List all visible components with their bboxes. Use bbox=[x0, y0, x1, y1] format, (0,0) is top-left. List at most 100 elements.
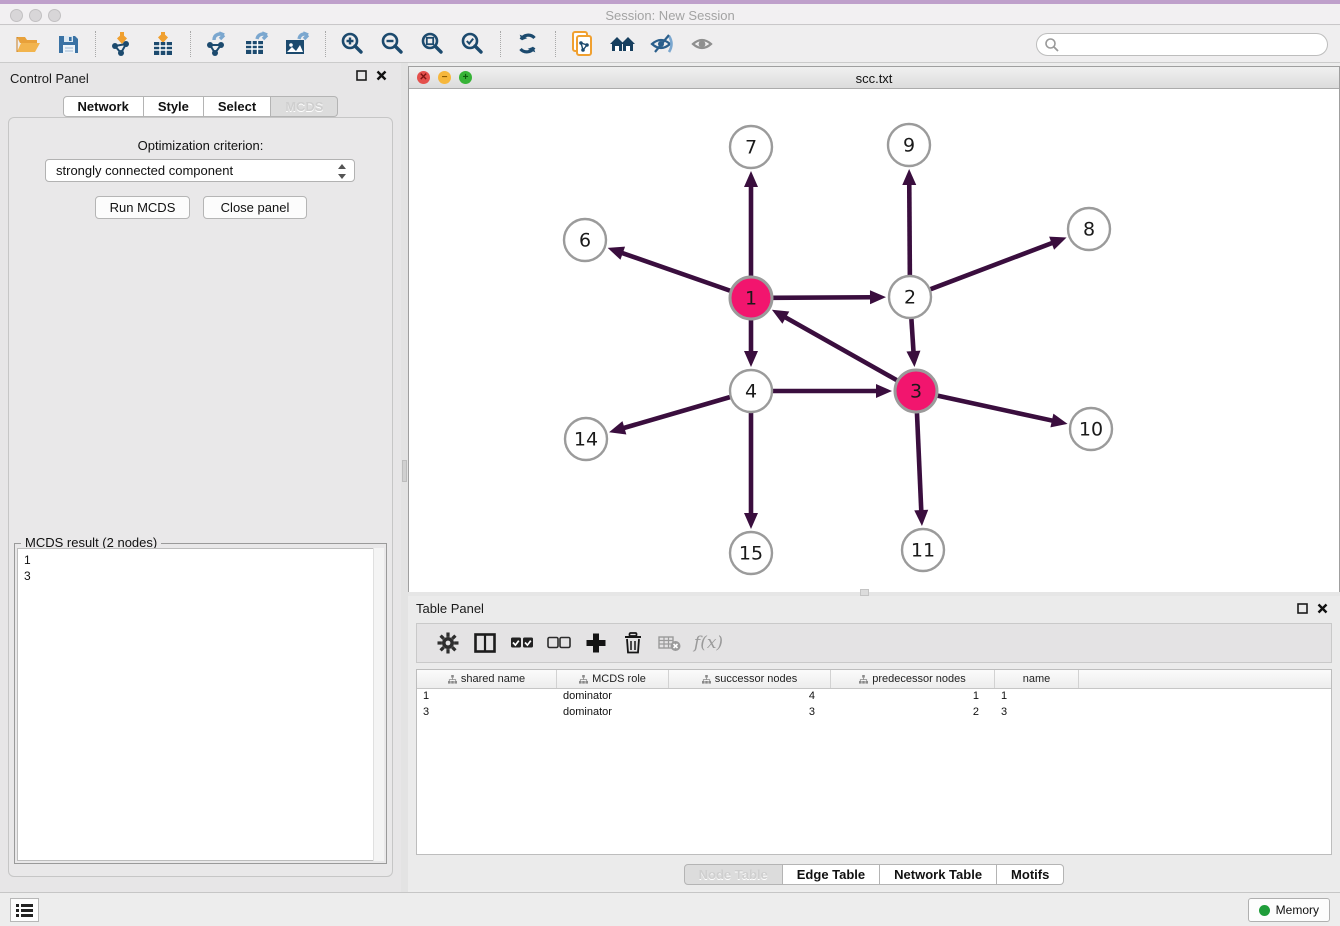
splitter-grip[interactable] bbox=[402, 460, 407, 482]
unchecked-boxes-icon[interactable] bbox=[540, 627, 577, 659]
graph-edge-4-14[interactable] bbox=[609, 397, 730, 434]
memory-status-icon bbox=[1259, 905, 1270, 916]
gear-icon[interactable] bbox=[429, 627, 466, 659]
table-header-row: shared nameMCDS rolesuccessor nodesprede… bbox=[417, 670, 1331, 689]
float-panel-icon[interactable] bbox=[356, 70, 367, 81]
result-scrollbar[interactable] bbox=[373, 548, 384, 861]
table-export-icon[interactable] bbox=[238, 28, 278, 60]
open-folder-icon[interactable] bbox=[8, 28, 48, 60]
zoom-fit-icon[interactable] bbox=[413, 28, 453, 60]
graph-edge-4-15[interactable] bbox=[744, 413, 758, 529]
refresh-icon[interactable] bbox=[508, 28, 548, 60]
graph-node-7[interactable]: 7 bbox=[730, 126, 772, 168]
network-export-icon[interactable] bbox=[198, 28, 238, 60]
table-cell[interactable]: 1 bbox=[831, 689, 995, 705]
eye-slash-icon[interactable] bbox=[643, 28, 683, 60]
table-cell[interactable]: dominator bbox=[557, 689, 669, 705]
graph-edge-1-7[interactable] bbox=[744, 171, 758, 276]
svg-text:15: 15 bbox=[739, 543, 763, 565]
image-export-icon[interactable] bbox=[278, 28, 318, 60]
network-import-icon[interactable] bbox=[103, 28, 143, 60]
table-cell[interactable]: 3 bbox=[669, 705, 831, 721]
graph-node-14[interactable]: 14 bbox=[565, 418, 607, 460]
graph-node-10[interactable]: 10 bbox=[1070, 408, 1112, 450]
document-network-icon[interactable] bbox=[563, 28, 603, 60]
graph-edge-2-9[interactable] bbox=[902, 169, 916, 275]
graph-edge-3-1[interactable] bbox=[772, 310, 897, 380]
column-header-predecessor-nodes[interactable]: predecessor nodes bbox=[831, 670, 995, 688]
table-cell[interactable]: 4 bbox=[669, 689, 831, 705]
graph-edge-2-3[interactable] bbox=[906, 319, 920, 367]
graph-node-6[interactable]: 6 bbox=[564, 219, 606, 261]
search-input[interactable] bbox=[1036, 33, 1328, 56]
graph-edge-3-11[interactable] bbox=[914, 413, 928, 526]
table-row[interactable]: 1dominator411 bbox=[417, 689, 1331, 705]
graph-edge-1-4[interactable] bbox=[744, 320, 758, 367]
graph-node-8[interactable]: 8 bbox=[1068, 208, 1110, 250]
plus-icon[interactable] bbox=[577, 627, 614, 659]
graph-node-9[interactable]: 9 bbox=[888, 124, 930, 166]
close-panel-icon[interactable] bbox=[376, 70, 387, 81]
task-history-button[interactable] bbox=[10, 898, 39, 922]
function-icon[interactable]: f(x) bbox=[688, 627, 725, 659]
tab-style[interactable]: Style bbox=[144, 96, 204, 117]
table-cell[interactable]: 3 bbox=[417, 705, 557, 721]
table-cell[interactable]: dominator bbox=[557, 705, 669, 721]
run-mcds-button[interactable]: Run MCDS bbox=[95, 196, 190, 219]
network-window: ✕ − + scc.txt 1 2 3 4 6 7 8 9 10 11 14 15 bbox=[408, 66, 1340, 592]
graph-node-1[interactable]: 1 bbox=[730, 277, 772, 319]
graph-edge-4-3[interactable] bbox=[773, 384, 892, 398]
graph-edge-3-10[interactable] bbox=[937, 396, 1067, 428]
column-header-name[interactable]: name bbox=[995, 670, 1079, 688]
table-cell[interactable]: 1 bbox=[417, 689, 557, 705]
graph-edge-1-2[interactable] bbox=[773, 290, 886, 304]
delete-table-icon[interactable] bbox=[651, 627, 688, 659]
splitter-grip[interactable] bbox=[860, 589, 869, 596]
tab-motifs[interactable]: Motifs bbox=[997, 864, 1064, 885]
table-import-icon[interactable] bbox=[143, 28, 183, 60]
split-columns-icon[interactable] bbox=[466, 627, 503, 659]
memory-button[interactable]: Memory bbox=[1248, 898, 1330, 922]
graph-node-3[interactable]: 3 bbox=[895, 370, 937, 412]
column-header-shared-name[interactable]: shared name bbox=[417, 670, 557, 688]
eye-icon[interactable] bbox=[683, 28, 723, 60]
tab-network-table[interactable]: Network Table bbox=[880, 864, 997, 885]
hierarchy-icon bbox=[579, 675, 588, 684]
close-panel-icon[interactable] bbox=[1317, 603, 1328, 614]
column-header-successor-nodes[interactable]: successor nodes bbox=[669, 670, 831, 688]
zoom-out-icon[interactable] bbox=[373, 28, 413, 60]
checked-boxes-icon[interactable] bbox=[503, 627, 540, 659]
graph-edge-1-6[interactable] bbox=[608, 247, 731, 291]
zoom-in-icon[interactable] bbox=[333, 28, 373, 60]
table-row[interactable]: 3dominator323 bbox=[417, 705, 1331, 721]
optimization-criterion-label: Optimization criterion: bbox=[9, 138, 392, 153]
houses-icon[interactable] bbox=[603, 28, 643, 60]
tab-edge-table[interactable]: Edge Table bbox=[783, 864, 880, 885]
optimization-criterion-select[interactable]: strongly connected component bbox=[45, 159, 355, 182]
table-cell[interactable]: 2 bbox=[831, 705, 995, 721]
graph-node-11[interactable]: 11 bbox=[902, 529, 944, 571]
hierarchy-icon bbox=[859, 675, 868, 684]
vertical-splitter[interactable] bbox=[401, 63, 408, 892]
tab-mcds[interactable]: MCDS bbox=[271, 96, 338, 117]
node-table[interactable]: shared nameMCDS rolesuccessor nodesprede… bbox=[416, 669, 1332, 855]
graph-node-2[interactable]: 2 bbox=[889, 276, 931, 318]
table-cell[interactable]: 1 bbox=[995, 689, 1079, 705]
control-panel: Control Panel Network Style Select MCDS … bbox=[0, 63, 401, 892]
table-cell[interactable]: 3 bbox=[995, 705, 1079, 721]
graph-edge-2-8[interactable] bbox=[931, 237, 1067, 290]
tab-select[interactable]: Select bbox=[204, 96, 271, 117]
network-title: scc.txt bbox=[409, 71, 1339, 86]
close-panel-button[interactable]: Close panel bbox=[203, 196, 307, 219]
save-icon[interactable] bbox=[48, 28, 88, 60]
trash-icon[interactable] bbox=[614, 627, 651, 659]
network-graph[interactable]: 1 2 3 4 6 7 8 9 10 11 14 15 bbox=[409, 89, 1339, 592]
graph-node-15[interactable]: 15 bbox=[730, 532, 772, 574]
tab-node-table[interactable]: Node Table bbox=[684, 864, 783, 885]
tab-network[interactable]: Network bbox=[63, 96, 144, 117]
column-header-MCDS-role[interactable]: MCDS role bbox=[557, 670, 669, 688]
zoom-selected-icon[interactable] bbox=[453, 28, 493, 60]
graph-node-4[interactable]: 4 bbox=[730, 370, 772, 412]
network-window-titlebar[interactable]: ✕ − + scc.txt bbox=[409, 67, 1339, 89]
float-panel-icon[interactable] bbox=[1297, 603, 1308, 614]
